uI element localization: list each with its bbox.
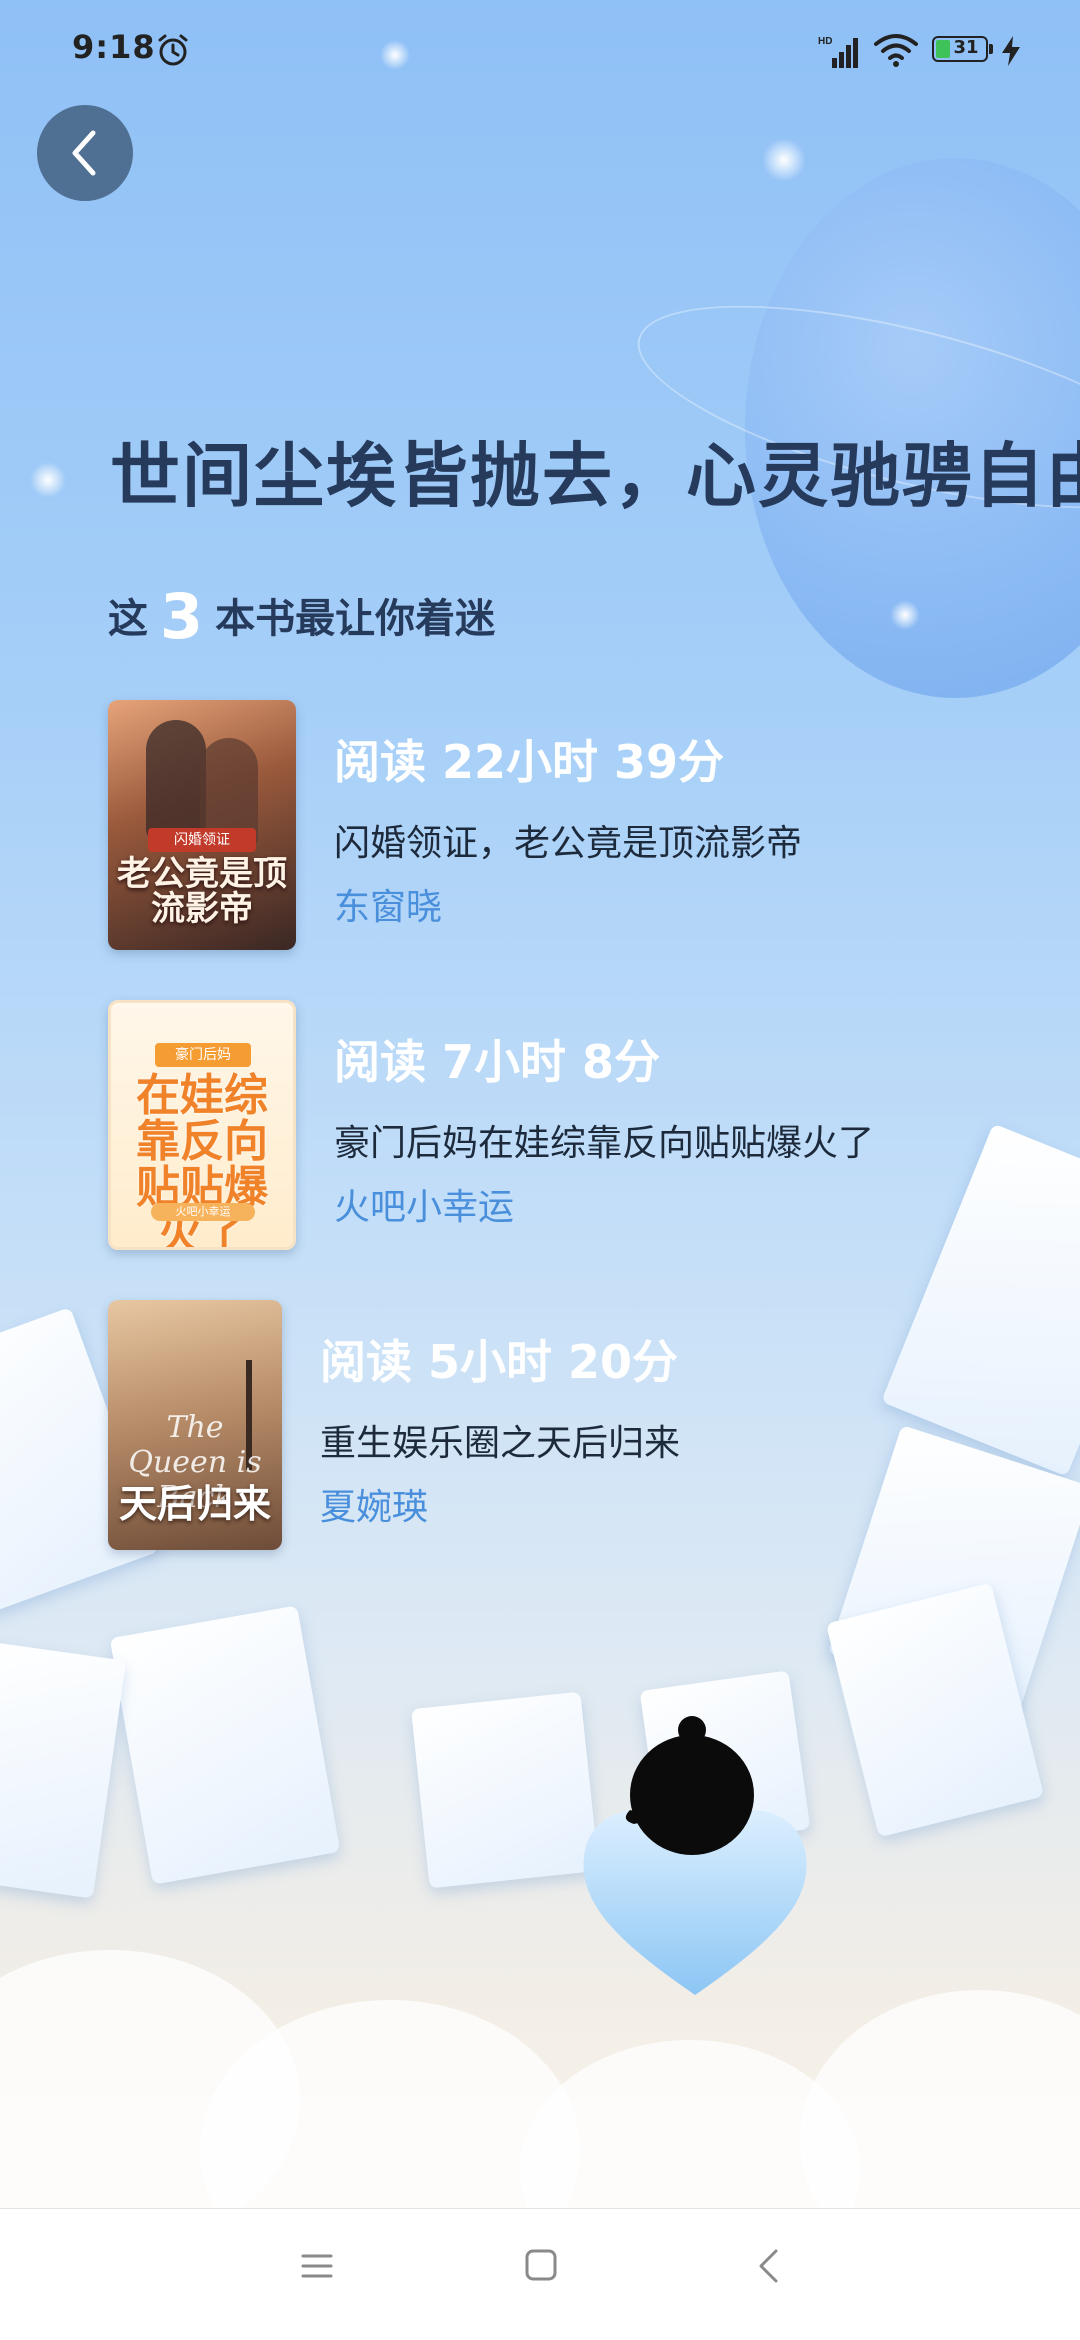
back-button[interactable] — [37, 105, 133, 201]
subtitle-suffix: 本书最让你着迷 — [215, 596, 496, 642]
menu-icon[interactable] — [300, 2249, 334, 2283]
book-cover[interactable]: 闪婚领证 老公竟是顶流影帝 — [108, 700, 296, 950]
system-nav-bar — [0, 2208, 1080, 2340]
book-cover[interactable]: 豪门后妈 在娃综靠反向贴贴爆火了 火吧小幸运 — [108, 1000, 296, 1250]
back-triangle-icon[interactable] — [756, 2247, 780, 2285]
reading-time: 阅读 22小时 39分 — [334, 735, 725, 789]
sparkle-decoration — [762, 138, 806, 182]
paper-decoration — [0, 1641, 127, 1899]
status-bar: 9:18 HD 31 — [0, 0, 1080, 100]
book-cover[interactable]: The Queen is Back 天后归来 — [108, 1300, 282, 1550]
reading-report-screen: 9:18 HD 31 世间尘埃皆抛去，心灵驰骋自 这 3 本书最让你着迷 闪婚领… — [0, 0, 1080, 2340]
battery-icon: 31 — [932, 36, 994, 64]
status-time: 9:18 — [72, 28, 156, 66]
book-count: 3 — [160, 580, 204, 653]
sparkle-decoration — [30, 462, 66, 498]
book-title[interactable]: 重生娱乐圈之天后归来 — [320, 1414, 680, 1466]
cover-figure — [146, 720, 206, 840]
book-info: 阅读 5小时 20分 重生娱乐圈之天后归来 夏婉瑛 — [320, 1326, 680, 1530]
penguin-mascot-decoration — [625, 1716, 754, 1855]
book-title[interactable]: 闪婚领证，老公竟是顶流影帝 — [334, 814, 802, 866]
page-title: 世间尘埃皆抛去，心灵驰骋自由间 — [110, 434, 1080, 517]
reading-time: 阅读 5小时 20分 — [320, 1335, 679, 1389]
cover-title: 天后归来 — [118, 1481, 271, 1527]
alarm-icon — [158, 34, 188, 66]
signal-icon: HD — [818, 36, 858, 68]
home-square-icon[interactable] — [523, 2247, 559, 2283]
book-author[interactable]: 火吧小幸运 — [334, 1178, 874, 1230]
subtitle: 这 3 本书最让你着迷 — [108, 580, 495, 653]
cover-title: 在娃综靠反向贴贴爆火了 — [136, 1070, 268, 1250]
wifi-icon — [874, 34, 918, 67]
book-author[interactable]: 东窗晓 — [334, 878, 802, 930]
cover-tag: 闪婚领证 — [148, 828, 256, 852]
book-info: 阅读 7小时 8分 豪门后妈在娃综靠反向贴贴爆火了 火吧小幸运 — [334, 1026, 874, 1230]
book-author[interactable]: 夏婉瑛 — [320, 1478, 680, 1530]
book-item[interactable]: The Queen is Back 天后归来 阅读 5小时 20分 重生娱乐圈之… — [108, 1300, 1058, 1550]
reading-time: 阅读 7小时 8分 — [334, 1035, 661, 1089]
paper-decoration — [109, 1605, 341, 1885]
book-title[interactable]: 豪门后妈在娃综靠反向贴贴爆火了 — [334, 1114, 874, 1166]
chevron-left-icon — [72, 130, 96, 176]
subtitle-prefix: 这 — [108, 596, 148, 642]
network-label: HD — [818, 36, 832, 47]
cover-title: 老公竟是顶流影帝 — [117, 853, 287, 930]
paper-decoration — [411, 1691, 599, 1889]
book-info: 阅读 22小时 39分 闪婚领证，老公竟是顶流影帝 东窗晓 — [334, 726, 802, 930]
cover-tag: 豪门后妈 — [155, 1043, 251, 1067]
cover-author: 火吧小幸运 — [151, 1203, 255, 1221]
charging-bolt-icon — [1002, 36, 1020, 66]
sparkle-decoration — [890, 600, 920, 630]
book-item[interactable]: 闪婚领证 老公竟是顶流影帝 阅读 22小时 39分 闪婚领证，老公竟是顶流影帝 … — [108, 700, 1058, 950]
battery-level: 31 — [953, 37, 979, 58]
book-item[interactable]: 豪门后妈 在娃综靠反向贴贴爆火了 火吧小幸运 阅读 7小时 8分 豪门后妈在娃综… — [108, 1000, 1058, 1250]
